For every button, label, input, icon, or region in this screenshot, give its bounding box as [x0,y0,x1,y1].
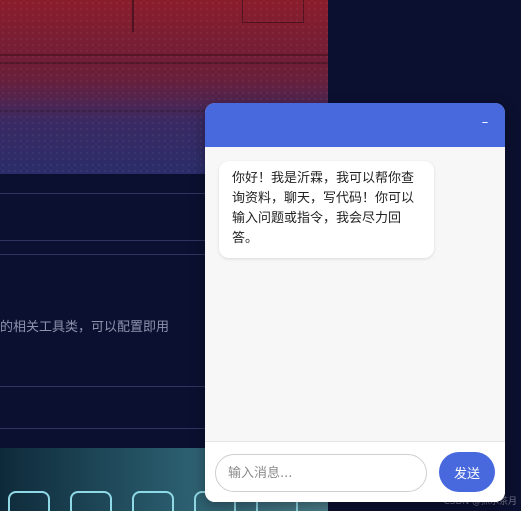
divider [0,386,205,387]
minimize-icon[interactable]: – [477,115,493,131]
bot-message: 你好！我是沂霖，我可以帮你查询资料，聊天，写代码！你可以输入问题或指令，我会尽力… [219,161,434,258]
chat-header: – [205,103,505,147]
chat-window: – 你好！我是沂霖，我可以帮你查询资料，聊天，写代码！你可以输入问题或指令，我会… [205,103,505,502]
input-bar: 发送 [205,441,505,502]
message-input[interactable] [215,454,427,492]
web-page: 的相关工具类，可以配置即用 CSDN @抓水茶月 – 你好！我是沂霖，我可以帮你… [0,0,521,511]
divider [0,254,205,255]
divider [0,193,205,194]
article-snippet: 的相关工具类，可以配置即用 [0,320,170,335]
divider [0,428,205,429]
divider [0,240,205,241]
send-button[interactable]: 发送 [439,452,495,492]
message-list: 你好！我是沂霖，我可以帮你查询资料，聊天，写代码！你可以输入问题或指令，我会尽力… [205,147,505,442]
